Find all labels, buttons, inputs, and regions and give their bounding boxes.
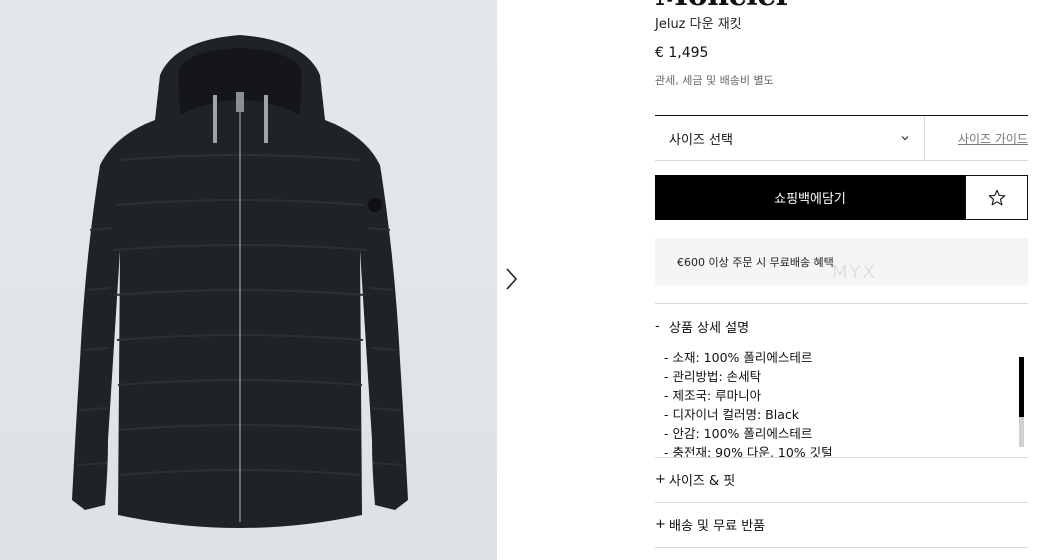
accordion-product-details[interactable]: - 상품 상세 설명 [655, 306, 1028, 346]
chevron-down-icon [901, 136, 909, 141]
accordion-size-fit[interactable]: + 사이즈 & 핏 [655, 459, 1028, 499]
product-details-list: - 소재: 100% 폴리에스테르 - 관리방법: 손세탁 - 제조국: 루마니… [664, 348, 1028, 457]
accordion-delivery-returns[interactable]: + 배송 및 무료 반품 [655, 504, 1028, 544]
accordion-title: 상품 상세 설명 [669, 320, 750, 336]
list-item: - 충전재: 90% 다운, 10% 깃털 [664, 445, 833, 457]
list-item: - 디자이너 컬러명: Black [664, 407, 799, 422]
expand-icon: + [655, 516, 666, 532]
size-row: 사이즈 선택 사이즈 가이드 [655, 115, 1028, 161]
product-image [0, 0, 497, 560]
collapse-icon: - [655, 318, 660, 334]
scrollbar-thumb[interactable] [1019, 357, 1024, 417]
brand-name[interactable]: Moncler [655, 0, 792, 13]
divider [655, 502, 1028, 503]
free-shipping-text: €600 이상 주문 시 무료배송 혜택 [677, 255, 834, 269]
accordion-title: 배송 및 무료 반품 [669, 518, 766, 534]
accordion-title: 사이즈 & 핏 [669, 473, 736, 489]
jacket-illustration [72, 35, 408, 528]
cart-row: 쇼핑백에담기 [655, 175, 1028, 220]
divider [655, 457, 1028, 458]
list-item: - 안감: 100% 폴리에스테르 [664, 426, 813, 441]
tax-note: 관세, 세금 및 배송비 별도 [655, 74, 774, 87]
details-scrollbar[interactable] [1019, 357, 1024, 447]
size-guide-link[interactable]: 사이즈 가이드 [925, 116, 1028, 160]
next-image-button[interactable] [500, 266, 522, 292]
product-name: Jeluz 다운 재킷 [655, 17, 742, 32]
star-outline-icon [988, 189, 1005, 205]
expand-icon: + [655, 471, 666, 487]
size-select-dropdown[interactable]: 사이즈 선택 [655, 116, 925, 160]
divider [655, 547, 1028, 548]
list-item: - 소재: 100% 폴리에스테르 [664, 350, 813, 365]
list-item: - 관리방법: 손세탁 [664, 369, 762, 384]
product-price: € 1,495 [655, 45, 709, 61]
chevron-right-icon [506, 268, 518, 290]
product-details-panel: - 소재: 100% 폴리에스테르 - 관리방법: 손세탁 - 제조국: 루마니… [664, 348, 1028, 457]
wishlist-button[interactable] [965, 175, 1028, 220]
add-to-bag-button[interactable]: 쇼핑백에담기 [655, 175, 965, 220]
list-item: - 제조국: 루마니아 [664, 388, 762, 403]
divider [655, 303, 1028, 304]
watermark: MYX [832, 262, 877, 283]
size-select-label: 사이즈 선택 [669, 132, 733, 148]
